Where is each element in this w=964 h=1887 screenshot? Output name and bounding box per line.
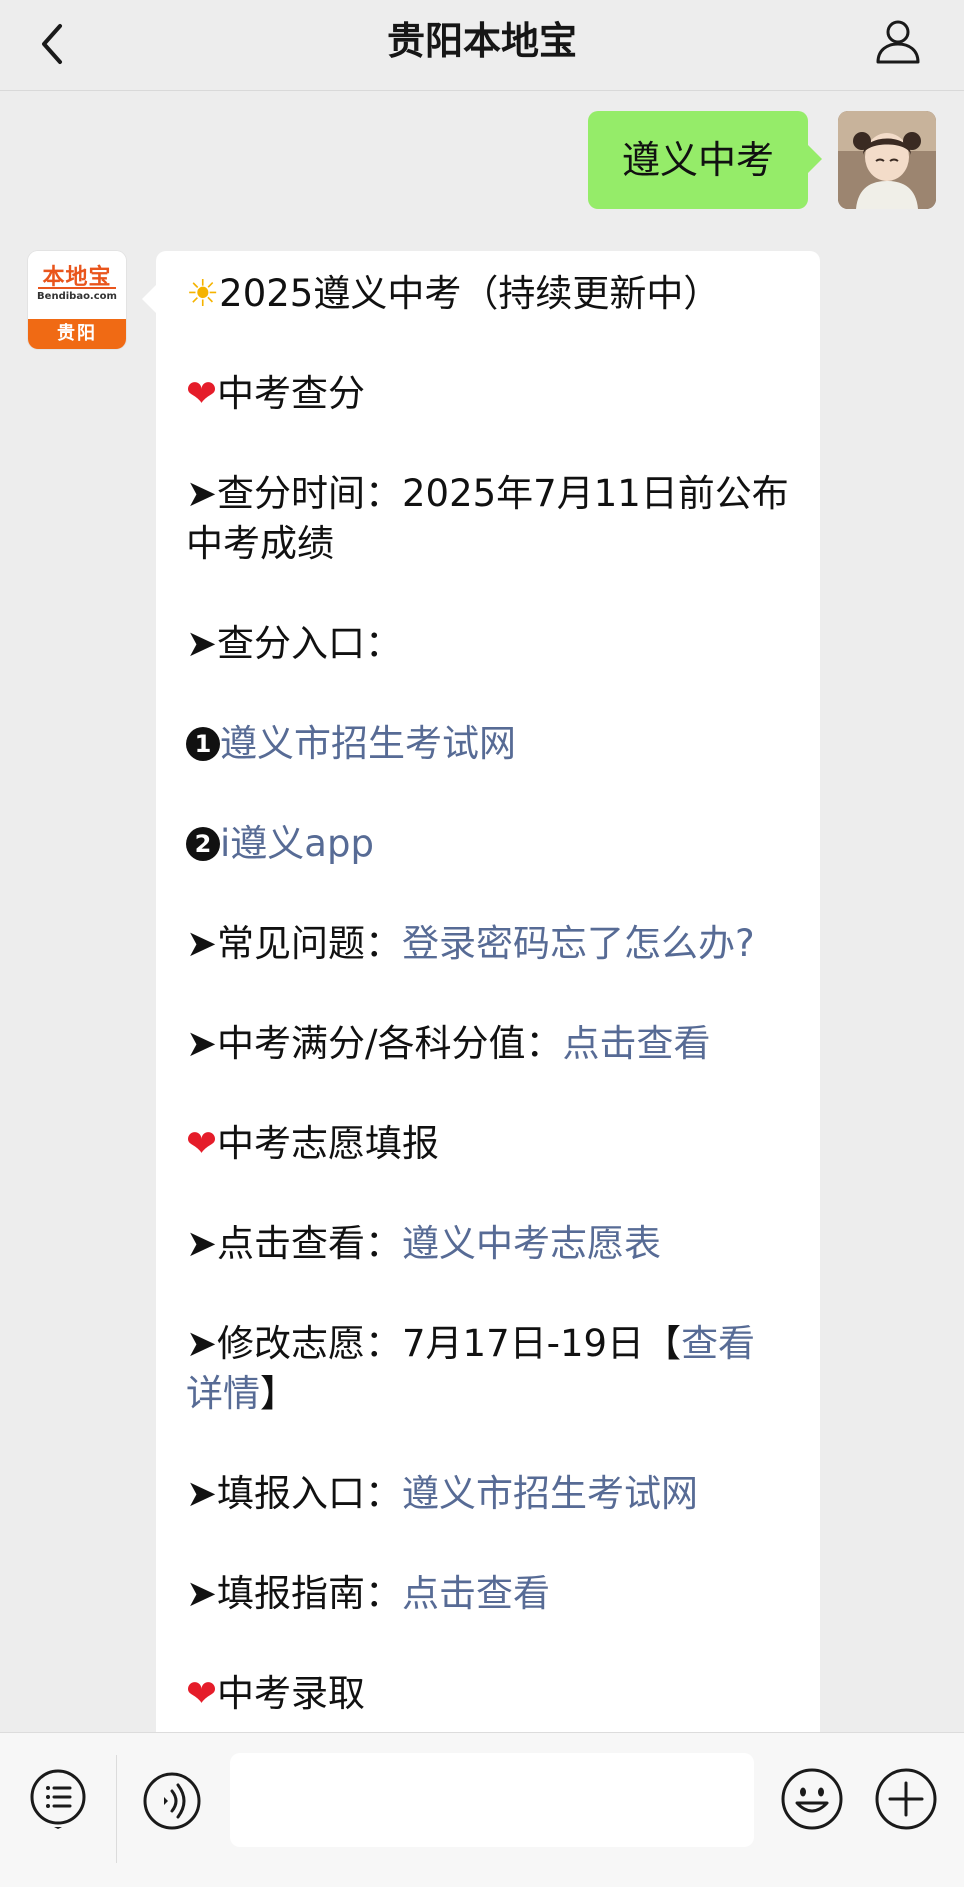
number-two-icon: 2 [186,827,220,861]
message-title: 2025遵义中考（持续更新中） [219,272,721,315]
full-score-label: ➤中考满分/各科分值： [186,1022,563,1065]
nav-bar: 贵阳本地宝 [0,0,964,91]
modify-suffix: 】 [260,1372,297,1415]
smiley-icon[interactable] [780,1767,844,1831]
list-icon[interactable] [28,1769,88,1829]
bendibao-avatar[interactable]: 本地宝 Bendibao.com 贵阳 [28,251,126,349]
modify-label: ➤修改志愿：7月17日-19日【 [186,1322,682,1365]
fill-entry-link[interactable]: 遵义市招生考试网 [402,1472,698,1515]
entry-2-line: 2 i遵义app [186,819,792,869]
user-avatar[interactable] [838,111,936,209]
user-icon[interactable] [872,16,924,68]
heart-icon: ❤ [186,372,218,415]
view-table-link[interactable]: 遵义中考志愿表 [402,1222,661,1265]
full-score-link[interactable]: 点击查看 [562,1022,710,1065]
entry-1-link[interactable]: 遵义市招生考试网 [220,722,516,765]
input-bar [0,1732,964,1887]
logo-city: 贵阳 [28,319,126,349]
fill-entry-label: ➤填报入口： [186,1472,403,1515]
incoming-message[interactable]: ☀2025遵义中考（持续更新中） ❤中考查分 ➤查分时间：2025年7月11日前… [142,251,820,1732]
heart-icon: ❤ [186,1122,218,1165]
divider [116,1755,117,1863]
message-title-line: ☀2025遵义中考（持续更新中） [186,269,792,319]
section-title: 中考志愿填报 [217,1122,440,1165]
fill-guide-line: ➤填报指南：点击查看 [186,1569,792,1619]
query-entry-line: ➤查分入口： [186,622,403,665]
number-one-icon: 1 [186,727,220,761]
anime-avatar-icon [838,111,936,209]
heart-icon: ❤ [186,1672,218,1715]
full-score-line: ➤中考满分/各科分值：点击查看 [186,1019,792,1069]
modify-line: ➤修改志愿：7月17日-19日【查看详情】 [186,1319,792,1419]
section-heading-score: ❤中考查分 [186,369,792,419]
section-heading-application: ❤中考志愿填报 [186,1119,792,1169]
faq-line: ➤常见问题：登录密码忘了怎么办? [186,919,792,969]
view-table-line: ➤点击查看：遵义中考志愿表 [186,1219,792,1269]
query-time-label: ➤查分时间： [186,472,403,515]
faq-label: ➤常见问题： [186,922,403,965]
section-title: 中考录取 [217,1672,366,1715]
fill-entry-line: ➤填报入口：遵义市招生考试网 [186,1469,792,1519]
logo-domain: Bendibao.com [37,291,117,302]
entry-2-link[interactable]: i遵义app [220,822,374,865]
message-input[interactable] [230,1753,754,1847]
section-title: 中考查分 [217,372,366,415]
page-title: 贵阳本地宝 [386,19,577,63]
query-time-line: ➤查分时间：2025年7月11日前公布中考成绩 [186,469,792,569]
outgoing-message[interactable]: 遵义中考 [588,111,822,209]
faq-link[interactable]: 登录密码忘了怎么办? [402,922,755,965]
outgoing-message-text: 遵义中考 [621,138,774,182]
fill-guide-link[interactable]: 点击查看 [402,1572,550,1615]
sun-icon: ☀ [186,272,220,315]
entry-1-line: 1 遵义市招生考试网 [186,719,792,769]
fill-guide-label: ➤填报指南： [186,1572,403,1615]
section-heading-admission: ❤中考录取 [186,1669,792,1719]
chat-area[interactable]: 遵义中考 本地宝 Bendibao.com 贵阳 ☀2025遵义中考（持续更新中… [0,91,964,1732]
view-table-label: ➤点击查看： [186,1222,403,1265]
plus-icon[interactable] [874,1767,938,1831]
logo-divider [38,287,116,289]
voice-icon[interactable] [142,1771,202,1831]
